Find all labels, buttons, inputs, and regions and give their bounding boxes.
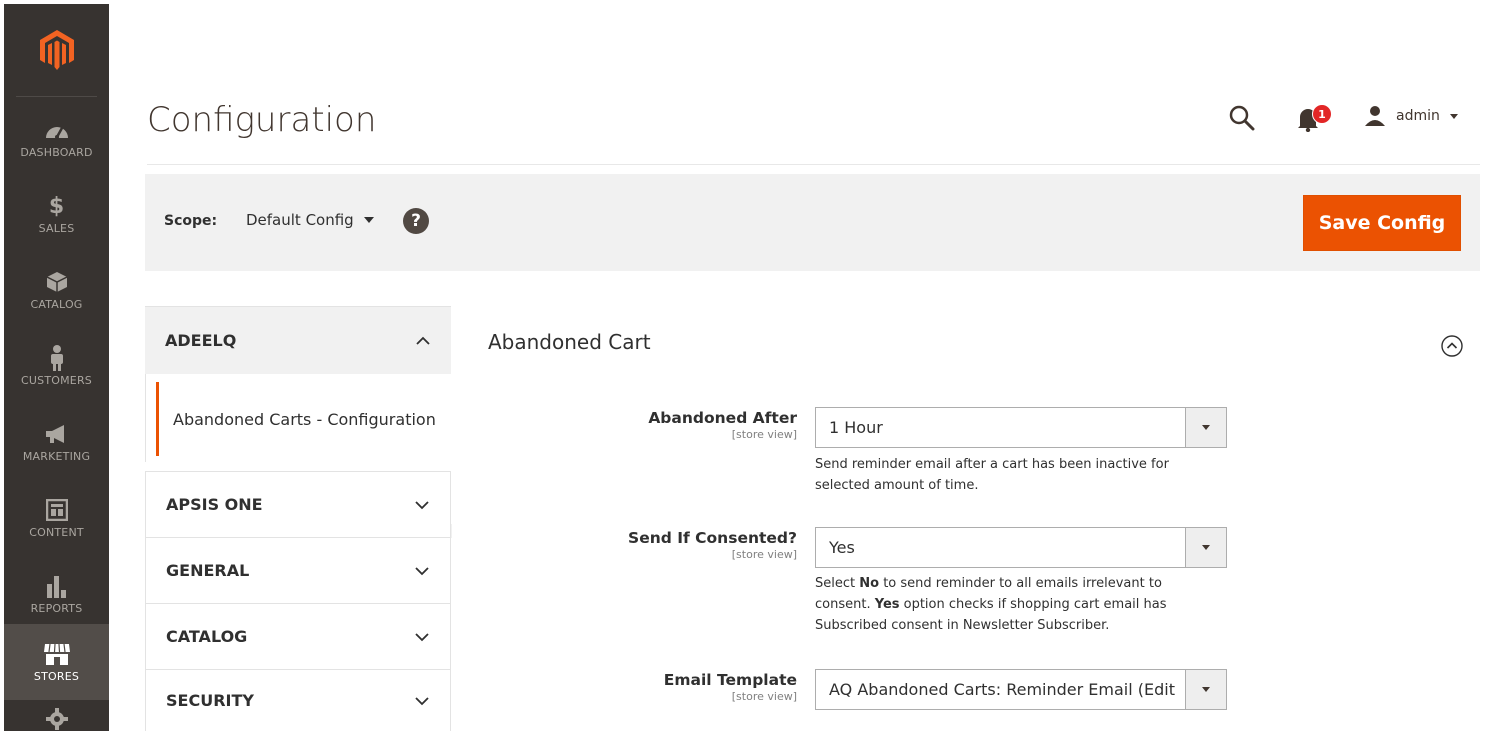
sidebar-item-label: DASHBOARD xyxy=(20,146,93,159)
sidebar-item-stores[interactable]: STORES xyxy=(4,624,109,700)
layout-icon xyxy=(45,497,68,523)
chevron-down-icon xyxy=(415,500,429,509)
sidebar-item-label: CUSTOMERS xyxy=(21,374,92,387)
abandoned-after-label: Abandoned After [store view] xyxy=(507,409,797,441)
magento-logo-icon xyxy=(39,30,74,70)
tab-apsis-one[interactable]: APSIS ONE xyxy=(145,471,451,537)
scope-label: Scope: xyxy=(164,213,218,229)
email-template-label: Email Template [store view] xyxy=(507,671,797,703)
box-icon xyxy=(46,269,68,295)
tab-label: GENERAL xyxy=(166,561,250,580)
select-value: Yes xyxy=(829,538,855,557)
gear-icon xyxy=(45,708,68,730)
sidebar-item-reports[interactable]: REPORTS xyxy=(4,556,109,632)
sidebar-item-label: STORES xyxy=(33,670,80,683)
tab-label: APSIS ONE xyxy=(166,495,263,514)
field-scope: [store view] xyxy=(731,690,797,703)
tab-security[interactable]: SECURITY xyxy=(145,669,451,731)
tab-adeelq-items: Abandoned Carts - Configuration xyxy=(145,374,452,538)
sidebar-item-content[interactable]: CONTENT xyxy=(4,480,109,556)
tab-label: CATALOG xyxy=(166,627,248,646)
tab-label: SECURITY xyxy=(166,691,254,710)
select-toggle[interactable] xyxy=(1185,670,1226,709)
megaphone-icon xyxy=(44,421,70,447)
sidebar-item-system[interactable] xyxy=(4,704,109,731)
abandoned-after-select[interactable]: 1 Hour xyxy=(815,407,1227,448)
sidebar-item-label: CATALOG xyxy=(30,298,83,311)
chevron-down-icon xyxy=(415,632,429,641)
send-if-consented-label: Send If Consented? [store view] xyxy=(507,529,797,561)
tab-adeelq[interactable]: ADEELQ xyxy=(145,306,451,374)
select-toggle[interactable] xyxy=(1185,528,1226,567)
search-icon xyxy=(1229,105,1255,131)
select-value: AQ Abandoned Carts: Reminder Email (Edit xyxy=(829,680,1175,699)
note-text: Select xyxy=(815,576,860,591)
chevron-down-icon xyxy=(1202,545,1210,550)
sidebar-item-sales[interactable]: $ SALES xyxy=(4,176,109,252)
sidebar-item-label: MARKETING xyxy=(22,450,91,463)
note-emphasis: Yes xyxy=(874,597,900,612)
save-config-button[interactable]: Save Config xyxy=(1303,195,1461,251)
help-icon[interactable]: ? xyxy=(403,208,429,234)
tab-catalog[interactable]: CATALOG xyxy=(145,603,451,669)
scope-switcher[interactable]: Default Config xyxy=(246,211,374,229)
search-button[interactable] xyxy=(1228,104,1256,132)
tab-item-label: Abandoned Carts - Configuration xyxy=(173,409,436,429)
tab-item-abandoned-carts-configuration[interactable]: Abandoned Carts - Configuration xyxy=(156,382,452,456)
notifications-button[interactable]: 1 xyxy=(1296,104,1336,132)
user-menu[interactable]: admin xyxy=(1364,104,1458,128)
sidebar-item-label: SALES xyxy=(38,222,75,235)
dollar-icon: $ xyxy=(48,193,65,219)
sidebar-item-label: REPORTS xyxy=(30,602,83,615)
field-label: Send If Consented? xyxy=(628,529,797,547)
magento-logo[interactable] xyxy=(4,4,109,96)
sidebar-item-marketing[interactable]: MARKETING xyxy=(4,404,109,480)
chevron-down-icon xyxy=(363,217,374,223)
section-collapse-button[interactable] xyxy=(1440,334,1464,358)
scope-value: Default Config xyxy=(246,211,354,229)
admin-sidebar: DASHBOARD $ SALES CATALOG CUSTOMERS MARK… xyxy=(4,4,109,731)
field-label: Abandoned After xyxy=(648,409,797,427)
chevron-down-icon xyxy=(1202,687,1210,692)
field-scope: [store view] xyxy=(731,548,797,561)
chevron-down-icon xyxy=(1202,425,1210,430)
chevron-down-icon xyxy=(415,566,429,575)
section-title[interactable]: Abandoned Cart xyxy=(488,330,651,354)
select-toggle[interactable] xyxy=(1185,408,1226,447)
email-template-select[interactable]: AQ Abandoned Carts: Reminder Email (Edit xyxy=(815,669,1227,710)
note-emphasis: No xyxy=(859,576,880,591)
chevron-down-icon xyxy=(415,696,429,705)
select-value: 1 Hour xyxy=(829,418,883,437)
header-divider xyxy=(147,164,1480,165)
tab-general[interactable]: GENERAL xyxy=(145,537,451,603)
notification-count-badge: 1 xyxy=(1312,104,1332,124)
sidebar-item-customers[interactable]: CUSTOMERS xyxy=(4,328,109,404)
person-icon xyxy=(49,345,65,371)
sidebar-item-label: CONTENT xyxy=(29,526,84,539)
bar-chart-icon xyxy=(45,573,69,599)
send-if-consented-select[interactable]: Yes xyxy=(815,527,1227,568)
page-title: Configuration xyxy=(147,100,377,140)
dashboard-icon xyxy=(44,117,70,143)
field-label: Email Template xyxy=(663,671,797,689)
user-name: admin xyxy=(1396,108,1440,124)
scope-bar: Scope: Default Config ? xyxy=(145,174,1480,271)
abandoned-after-note: Send reminder email after a cart has bee… xyxy=(815,457,1169,493)
sidebar-item-dashboard[interactable]: DASHBOARD xyxy=(4,100,109,176)
chevron-down-icon xyxy=(1449,113,1458,119)
send-if-consented-note: Select No to send reminder to all emails… xyxy=(815,573,1215,636)
field-scope: [store view] xyxy=(731,428,797,441)
chevron-up-icon xyxy=(416,336,430,345)
config-tabs: ADEELQ Abandoned Carts - Configuration A… xyxy=(145,306,452,731)
tab-label: ADEELQ xyxy=(165,331,237,350)
user-icon xyxy=(1365,106,1385,126)
sidebar-item-catalog[interactable]: CATALOG xyxy=(4,252,109,328)
store-icon xyxy=(43,641,71,667)
sidebar-divider xyxy=(16,96,97,97)
collapse-circle-icon xyxy=(1441,335,1463,357)
